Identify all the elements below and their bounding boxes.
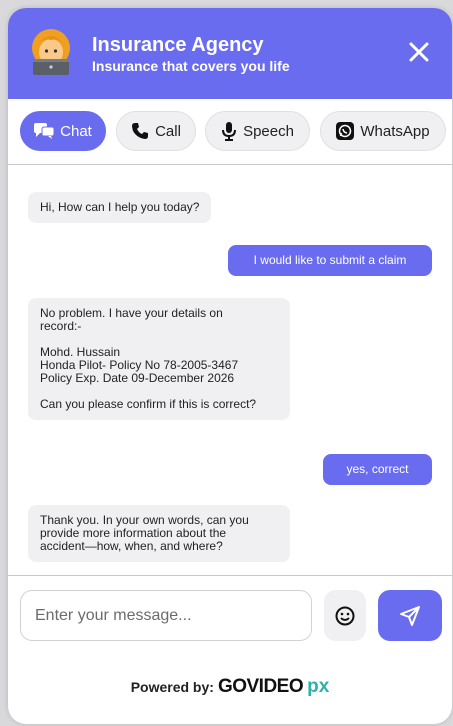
message-input[interactable] [21,591,311,640]
message-text: record:- [40,319,82,333]
emoji-button[interactable] [324,590,366,641]
powered-by: Powered by: GOVIDEO px [8,676,452,698]
smiley-icon [335,606,355,625]
powered-label: Powered by: [130,679,214,695]
send-button[interactable] [378,590,442,641]
message-text: Hi, How can I help you today? [40,200,200,214]
woman-with-laptop-icon [32,29,70,75]
message-list: Hi, How can I help you today? I would li… [8,165,452,575]
close-icon[interactable] [408,41,430,63]
tab-chat[interactable]: Chat [20,111,106,151]
message-text: Can you please confirm if this is correc… [40,397,257,411]
message-input-wrapper [20,590,312,641]
header-titles: Insurance Agency Insurance that covers y… [92,34,290,75]
tab-label: Chat [60,122,92,140]
brand-logo-mark: px [307,676,330,697]
agency-subtitle: Insurance that covers you life [92,58,290,74]
user-message: yes, correct [323,454,432,485]
message-text: Policy Exp. Date 09-December 2026 [40,371,235,385]
channel-tabs: Chat Call Speech WhatsApp [8,99,452,165]
chat-widget: Insurance Agency Insurance that covers y… [8,8,452,724]
brand-logo-text: GOVIDEO [217,676,304,697]
microphone-icon [222,122,237,141]
bot-message: No problem. I have your details on recor… [28,298,290,420]
phone-icon [132,123,149,139]
tab-speech[interactable]: Speech [205,111,310,151]
bot-message: Hi, How can I help you today? [28,192,212,223]
agency-title: Insurance Agency [92,34,264,56]
tab-call[interactable]: Call [116,111,196,151]
bot-message: Thank you. In your own words, can you pr… [28,505,290,562]
user-message: I would like to submit a claim [228,245,432,276]
message-composer: Powered by: GOVIDEOpx [8,575,452,724]
message-text: I would like to submit a claim [253,253,407,267]
send-icon [400,605,420,626]
tab-label: Speech [243,122,294,140]
tab-whatsapp[interactable]: WhatsApp [320,111,446,151]
tab-label: Call [155,122,181,140]
tab-label: WhatsApp [360,122,430,140]
chat-bubbles-icon [34,123,55,139]
whatsapp-icon [336,122,355,140]
chat-header: Insurance Agency Insurance that covers y… [8,8,452,99]
message-text: accident—how, when, and where? [40,539,223,553]
message-text: yes, correct [346,462,409,476]
